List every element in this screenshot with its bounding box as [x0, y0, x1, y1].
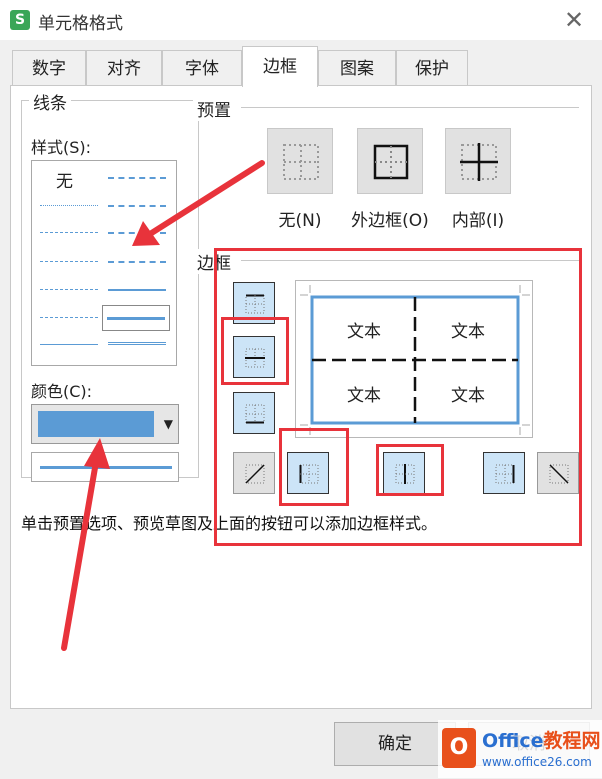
tab-protection[interactable]: 保护 — [396, 50, 468, 86]
annotation-inside-horizontal-box — [221, 317, 289, 385]
line-style-dash-dot[interactable] — [40, 289, 98, 290]
close-icon[interactable]: ✕ — [560, 6, 588, 34]
watermark-url: www.office26.com — [482, 755, 592, 769]
preset-outline-icon — [373, 144, 409, 180]
annotation-border-section-box — [214, 248, 582, 546]
annotation-left-border-box — [279, 428, 349, 506]
preset-title: 预置 — [193, 96, 235, 121]
line-style-medium-dashed[interactable] — [108, 261, 166, 263]
line-style-thin[interactable] — [40, 344, 98, 345]
tab-number[interactable]: 数字 — [12, 50, 86, 86]
line-group-title: 线条 — [29, 89, 71, 114]
preset-none-button[interactable] — [267, 128, 333, 194]
annotation-inside-vertical-box — [376, 444, 444, 496]
line-style-dash-dot-dot[interactable] — [40, 261, 98, 262]
line-style-selected[interactable] — [102, 305, 170, 331]
line-style-hair[interactable] — [40, 205, 98, 206]
preset-inside-icon — [460, 143, 498, 181]
tab-border[interactable]: 边框 — [242, 46, 318, 87]
tab-pattern[interactable]: 图案 — [318, 50, 396, 86]
line-style-slant-dash-dot[interactable] — [108, 205, 166, 207]
style-label: 样式(S): — [31, 138, 92, 157]
line-style-medium-dash-dot[interactable] — [108, 232, 166, 234]
tab-font[interactable]: 字体 — [162, 50, 242, 86]
preset-none-icon — [283, 144, 319, 180]
line-style-list[interactable]: 无 — [31, 160, 177, 366]
office-logo-icon: O — [442, 728, 476, 768]
preset-inside-label: 内部(I) — [451, 211, 505, 231]
color-swatch — [38, 411, 154, 437]
title-bar: S 单元格格式 ✕ — [0, 0, 602, 40]
tab-alignment[interactable]: 对齐 — [86, 50, 162, 86]
line-style-medium-dash-dot-dot[interactable] — [108, 177, 166, 179]
line-preview — [31, 452, 179, 482]
preset-outline-button[interactable] — [357, 128, 423, 194]
line-style-none[interactable]: 无 — [56, 167, 73, 192]
line-style-double[interactable] — [108, 342, 166, 345]
watermark-title: Office教程网 — [482, 730, 601, 752]
watermark: O Office教程网 www.office26.com — [438, 720, 602, 778]
preset-inside-button[interactable] — [445, 128, 511, 194]
window-title: 单元格格式 — [38, 14, 123, 34]
line-style-medium[interactable] — [108, 289, 166, 291]
line-style-dashed[interactable] — [40, 317, 98, 318]
line-style-dotted[interactable] — [40, 232, 98, 233]
chevron-down-icon[interactable]: ▼ — [164, 417, 173, 431]
app-icon: S — [10, 10, 30, 30]
color-label: 颜色(C): — [31, 382, 93, 401]
color-dropdown[interactable]: ▼ — [31, 404, 179, 444]
